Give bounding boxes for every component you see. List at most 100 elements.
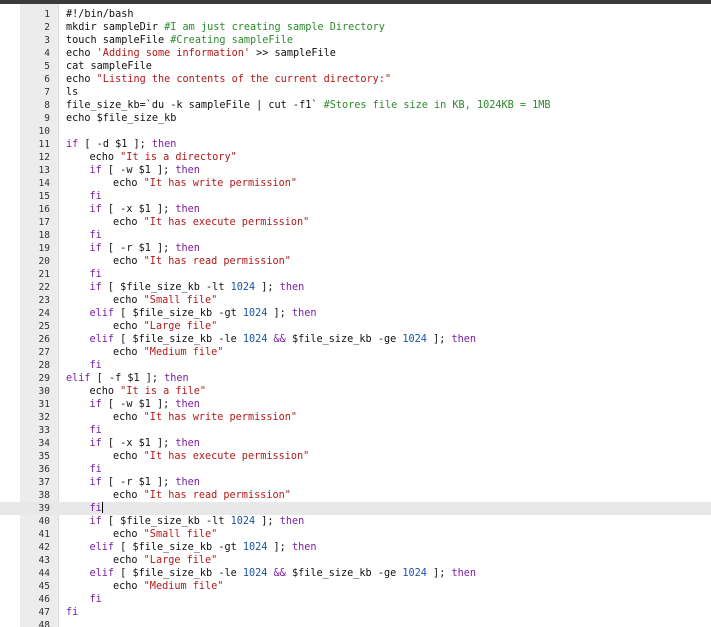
code-token: cat sampleFile bbox=[66, 61, 152, 72]
code-line[interactable]: 30 echo "It is a file" bbox=[0, 385, 711, 398]
code-line[interactable]: 11 if [ -d $1 ]; then bbox=[0, 138, 711, 151]
code-line[interactable]: 14 echo "It has write permission" bbox=[0, 177, 711, 190]
code-line[interactable]: 26 elif [ $file_size_kb -le 1024 && $file… bbox=[0, 333, 711, 346]
code-text: echo "Medium file" bbox=[113, 346, 223, 359]
code-token: echo bbox=[113, 451, 144, 462]
code-line[interactable]: 48 bbox=[0, 619, 711, 627]
code-token: "Listing the contents of the current dir… bbox=[96, 74, 392, 85]
code-line[interactable]: 22 if [ $file_size_kb -lt 1024 ]; then bbox=[0, 281, 711, 294]
code-token: echo bbox=[113, 295, 144, 306]
code-line[interactable]: 3 touch sampleFile #Creating sampleFile bbox=[0, 34, 711, 47]
code-token: [ -r $1 ]; bbox=[101, 243, 176, 254]
code-token: if bbox=[89, 477, 102, 488]
code-token: fi bbox=[89, 360, 102, 371]
code-text: echo "Small file" bbox=[113, 528, 217, 541]
code-line[interactable]: 19 if [ -r $1 ]; then bbox=[0, 242, 711, 255]
code-token: [ -w $1 ]; bbox=[101, 399, 176, 410]
code-line[interactable]: 34 if [ -x $1 ]; then bbox=[0, 437, 711, 450]
code-token: echo bbox=[113, 321, 144, 332]
line-number: 28 bbox=[38, 360, 50, 371]
code-line[interactable]: 1 #!/bin/bash bbox=[0, 8, 711, 21]
code-line[interactable]: 25 echo "Large file" bbox=[0, 320, 711, 333]
code-line[interactable]: 29 elif [ -f $1 ]; then bbox=[0, 372, 711, 385]
code-line[interactable]: 40 if [ $file_size_kb -lt 1024 ]; then bbox=[0, 515, 711, 528]
code-token: then bbox=[291, 308, 317, 319]
code-line[interactable]: 8 file_size_kb=`du -k sampleFile | cut -f… bbox=[0, 99, 711, 112]
code-text: echo "It is a directory" bbox=[90, 151, 237, 164]
line-number: 31 bbox=[38, 399, 50, 410]
code-token: fi bbox=[89, 230, 102, 241]
code-token: echo bbox=[113, 217, 144, 228]
code-text: file_size_kb=`du -k sampleFile | cut -f1… bbox=[66, 99, 551, 112]
code-line[interactable]: 39 fi bbox=[0, 502, 711, 515]
code-line[interactable]: 12 echo "It is a directory" bbox=[0, 151, 711, 164]
code-line[interactable]: 32 echo "It has write permission" bbox=[0, 411, 711, 424]
line-number: 32 bbox=[38, 412, 50, 423]
code-line[interactable]: 7 ls bbox=[0, 86, 711, 99]
code-line[interactable]: 24 elif [ $file_size_kb -gt 1024 ]; then bbox=[0, 307, 711, 320]
code-token: then bbox=[175, 243, 200, 254]
code-editor[interactable]: 1 #!/bin/bash 2 mkdir sampleDir #I am just … bbox=[0, 4, 711, 627]
code-line[interactable]: 38 echo "It has read permission" bbox=[0, 489, 711, 502]
line-number: 46 bbox=[38, 594, 50, 605]
code-token: elif bbox=[66, 373, 91, 384]
code-line[interactable]: 10 bbox=[0, 125, 711, 138]
code-token: 1024 bbox=[242, 568, 268, 579]
line-number: 11 bbox=[38, 139, 50, 150]
code-line[interactable]: 15 fi bbox=[0, 190, 711, 203]
code-text: fi bbox=[66, 606, 78, 619]
code-line[interactable]: 9 echo $file_size_kb bbox=[0, 112, 711, 125]
code-line[interactable]: 47 fi bbox=[0, 606, 711, 619]
line-number: 36 bbox=[38, 464, 50, 475]
code-token: "It is a directory" bbox=[120, 152, 237, 163]
code-line[interactable]: 31 if [ -w $1 ]; then bbox=[0, 398, 711, 411]
code-line[interactable]: 43 echo "Large file" bbox=[0, 554, 711, 567]
line-number: 5 bbox=[44, 61, 50, 72]
code-line[interactable]: 44 elif [ $file_size_kb -le 1024 && $file… bbox=[0, 567, 711, 580]
code-token: [ -f $1 ]; bbox=[90, 373, 165, 384]
code-token: echo bbox=[113, 529, 144, 540]
code-line[interactable]: 18 fi bbox=[0, 229, 711, 242]
code-line[interactable]: 20 echo "It has read permission" bbox=[0, 255, 711, 268]
code-line[interactable]: 27 echo "Medium file" bbox=[0, 346, 711, 359]
code-text: fi bbox=[90, 229, 102, 242]
code-line[interactable]: 42 elif [ $file_size_kb -gt 1024 ]; then bbox=[0, 541, 711, 554]
code-line[interactable]: 45 echo "Medium file" bbox=[0, 580, 711, 593]
code-line[interactable]: 41 echo "Small file" bbox=[0, 528, 711, 541]
code-line[interactable]: 2 mkdir sampleDir #I am just creating sam… bbox=[0, 21, 711, 34]
code-token: then bbox=[164, 373, 189, 384]
code-line[interactable]: 13 if [ -w $1 ]; then bbox=[0, 164, 711, 177]
code-line[interactable]: 16 if [ -x $1 ]; then bbox=[0, 203, 711, 216]
code-text: echo "Medium file" bbox=[113, 580, 223, 593]
code-line[interactable]: 6 echo "Listing the contents of the curre… bbox=[0, 73, 711, 86]
code-line[interactable]: 35 echo "It has execute permission" bbox=[0, 450, 711, 463]
code-line[interactable]: 37 if [ -r $1 ]; then bbox=[0, 476, 711, 489]
code-token: then bbox=[279, 282, 305, 293]
code-token: echo bbox=[113, 178, 144, 189]
code-text: echo "It has write permission" bbox=[113, 177, 297, 190]
code-line[interactable]: 21 fi bbox=[0, 268, 711, 281]
code-token: echo $file_size_kb bbox=[66, 113, 177, 124]
code-text: echo "It has write permission" bbox=[113, 411, 297, 424]
code-line[interactable]: 4 echo 'Adding some information' >> sampl… bbox=[0, 47, 711, 60]
code-token: echo bbox=[113, 347, 144, 358]
code-line[interactable]: 36 fi bbox=[0, 463, 711, 476]
code-text: fi bbox=[90, 190, 102, 203]
code-line[interactable]: 28 fi bbox=[0, 359, 711, 372]
code-text: fi bbox=[90, 268, 102, 281]
code-text: if [ -d $1 ]; then bbox=[66, 138, 176, 151]
code-line[interactable]: 23 echo "Small file" bbox=[0, 294, 711, 307]
code-line[interactable]: 33 fi bbox=[0, 424, 711, 437]
line-number: 27 bbox=[38, 347, 50, 358]
code-token: "Small file" bbox=[143, 529, 218, 540]
line-number: 24 bbox=[38, 308, 50, 319]
code-token: then bbox=[291, 542, 317, 553]
line-number: 35 bbox=[38, 451, 50, 462]
line-number: 39 bbox=[38, 503, 50, 514]
code-lines[interactable]: 1 #!/bin/bash 2 mkdir sampleDir #I am just … bbox=[0, 8, 711, 627]
code-line[interactable]: 17 echo "It has execute permission" bbox=[0, 216, 711, 229]
code-line[interactable]: 5 cat sampleFile bbox=[0, 60, 711, 73]
code-line[interactable]: 46 fi bbox=[0, 593, 711, 606]
code-token: ]; bbox=[267, 308, 292, 319]
code-text: if [ -x $1 ]; then bbox=[90, 437, 200, 450]
